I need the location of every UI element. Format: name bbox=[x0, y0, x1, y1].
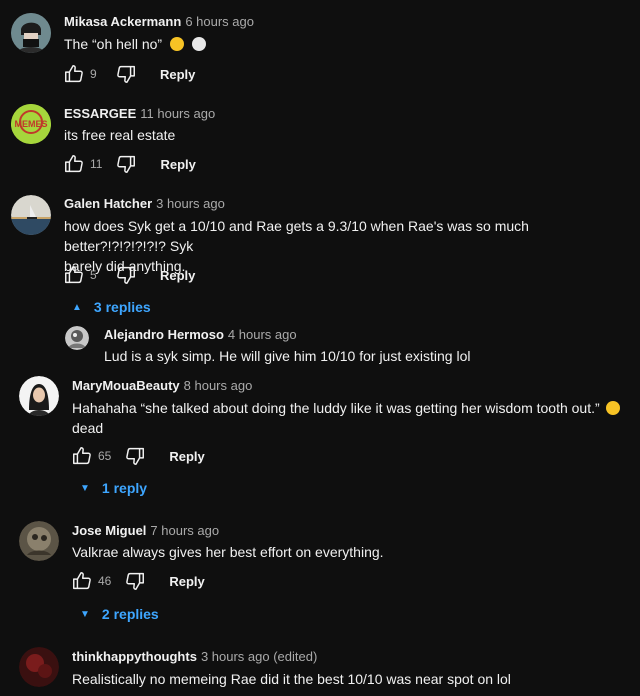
comment-header: ESSARGEE 11 hours ago bbox=[64, 106, 215, 121]
avatar-logo-text: MEMES bbox=[14, 119, 47, 129]
like-count: 65 bbox=[98, 449, 112, 463]
author-name[interactable]: MaryMouaBeauty bbox=[72, 378, 180, 393]
like-button[interactable] bbox=[62, 62, 86, 86]
comment-text-line: dead bbox=[72, 420, 104, 436]
comment-text: Hahahaha “she talked about doing the lud… bbox=[72, 398, 632, 438]
timestamp[interactable]: 8 hours ago bbox=[184, 378, 253, 393]
comment-text: Lud is a syk simp. He will give him 10/1… bbox=[104, 348, 471, 364]
replies-toggle[interactable]: ▼ 1 reply bbox=[80, 480, 147, 496]
avatar[interactable] bbox=[19, 376, 59, 416]
like-button[interactable] bbox=[62, 152, 86, 176]
replies-toggle[interactable]: ▼ 2 replies bbox=[80, 606, 159, 622]
thumb-down-icon bbox=[115, 153, 137, 175]
chevron-up-icon: ▲ bbox=[72, 301, 82, 313]
comment-actions: 5 Reply bbox=[62, 263, 195, 287]
reply-button[interactable]: Reply bbox=[160, 67, 195, 82]
reply-button[interactable]: Reply bbox=[169, 449, 204, 464]
replies-count-label: 1 reply bbox=[101, 480, 148, 496]
comment-actions: 9 Reply bbox=[62, 62, 195, 86]
like-button[interactable] bbox=[62, 263, 86, 287]
dislike-button[interactable] bbox=[114, 152, 138, 176]
author-name[interactable]: Mikasa Ackermann bbox=[64, 14, 181, 29]
comment-text: The “oh hell no” bbox=[64, 34, 206, 54]
comment-header: Galen Hatcher 3 hours ago bbox=[64, 196, 225, 211]
like-count: 46 bbox=[98, 574, 112, 588]
thumb-up-icon bbox=[63, 153, 85, 175]
comment-text-line: Hahahaha “she talked about doing the lud… bbox=[72, 400, 600, 416]
author-name[interactable]: Galen Hatcher bbox=[64, 196, 152, 211]
thumb-down-icon bbox=[124, 570, 146, 592]
avatar[interactable]: MEMES bbox=[11, 104, 51, 144]
rofl-emoji-icon bbox=[169, 37, 184, 51]
avatar[interactable] bbox=[11, 13, 51, 53]
author-name[interactable]: Jose Miguel bbox=[72, 523, 146, 538]
comment-thread: Mikasa Ackermann 6 hours ago The “oh hell… bbox=[0, 0, 640, 96]
author-name[interactable]: thinkhappythoughts bbox=[72, 649, 197, 664]
timestamp[interactable]: 4 hours ago bbox=[228, 327, 297, 342]
comment-thread: MaryMouaBeauty 8 hours ago Hahahaha “she … bbox=[0, 370, 640, 505]
comment-header: MaryMouaBeauty 8 hours ago bbox=[72, 378, 252, 393]
comment-header: Jose Miguel 7 hours ago bbox=[72, 523, 219, 538]
thumb-down-icon bbox=[124, 445, 146, 467]
replies-toggle[interactable]: ▲ 3 replies bbox=[72, 299, 151, 315]
comment-actions: 46 Reply bbox=[70, 569, 205, 593]
comment-thread: MEMES ESSARGEE 11 hours ago its free real… bbox=[0, 96, 640, 188]
comment-actions: 65 Reply bbox=[70, 444, 205, 468]
thumb-down-icon bbox=[115, 63, 137, 85]
dislike-button[interactable] bbox=[114, 62, 138, 86]
author-name[interactable]: ESSARGEE bbox=[64, 106, 136, 121]
replies-count-label: 3 replies bbox=[93, 299, 151, 315]
like-count: 9 bbox=[90, 67, 97, 81]
like-button[interactable] bbox=[70, 569, 94, 593]
thumb-down-icon bbox=[115, 264, 137, 286]
like-count: 5 bbox=[90, 268, 97, 282]
avatar[interactable] bbox=[11, 195, 51, 235]
replies-count-label: 2 replies bbox=[101, 606, 159, 622]
reply-button[interactable]: Reply bbox=[160, 268, 195, 283]
comment-actions: 11 Reply bbox=[62, 152, 196, 176]
chevron-down-icon: ▼ bbox=[80, 608, 90, 620]
timestamp[interactable]: 3 hours ago (edited) bbox=[201, 649, 317, 664]
author-name[interactable]: Alejandro Hermoso bbox=[104, 327, 224, 342]
comment-thread: thinkhappythoughts 3 hours ago (edited) R… bbox=[0, 635, 640, 696]
comment-header: Mikasa Ackermann 6 hours ago bbox=[64, 14, 254, 29]
timestamp[interactable]: 6 hours ago bbox=[185, 14, 254, 29]
comment-text: its free real estate bbox=[64, 127, 176, 143]
thumb-up-icon bbox=[71, 570, 93, 592]
comment-header: Alejandro Hermoso 4 hours ago bbox=[104, 327, 297, 342]
avatar[interactable] bbox=[65, 326, 89, 350]
thumb-up-icon bbox=[63, 63, 85, 85]
timestamp[interactable]: 11 hours ago bbox=[140, 106, 215, 121]
like-count: 11 bbox=[90, 157, 103, 171]
avatar[interactable] bbox=[19, 521, 59, 561]
comment-text-line: how does Syk get a 10/10 and Rae gets a … bbox=[64, 218, 529, 254]
like-button[interactable] bbox=[70, 444, 94, 468]
avatar[interactable] bbox=[19, 647, 59, 687]
timestamp[interactable]: 3 hours ago bbox=[156, 196, 225, 211]
dislike-button[interactable] bbox=[114, 263, 138, 287]
comment-text: Valkrae always gives her best effort on … bbox=[72, 544, 384, 560]
comment-text-content: The “oh hell no” bbox=[64, 36, 163, 52]
comment-thread: Galen Hatcher 3 hours ago how does Syk ge… bbox=[0, 188, 640, 320]
thumb-up-icon bbox=[71, 445, 93, 467]
comment-thread: Jose Miguel 7 hours ago Valkrae always gi… bbox=[0, 505, 640, 635]
comment-text: Realistically no memeing Rae did it the … bbox=[72, 671, 511, 687]
chevron-down-icon: ▼ bbox=[80, 482, 90, 494]
dislike-button[interactable] bbox=[123, 444, 147, 468]
comment-header: thinkhappythoughts 3 hours ago (edited) bbox=[72, 649, 317, 664]
reply-button[interactable]: Reply bbox=[160, 157, 195, 172]
reply-item: Alejandro Hermoso 4 hours ago Lud is a sy… bbox=[0, 320, 640, 370]
skull-emoji-icon bbox=[191, 37, 206, 51]
dislike-button[interactable] bbox=[123, 569, 147, 593]
reply-button[interactable]: Reply bbox=[169, 574, 204, 589]
timestamp[interactable]: 7 hours ago bbox=[150, 523, 219, 538]
thumb-up-icon bbox=[63, 264, 85, 286]
laughing-emoji-icon bbox=[605, 401, 620, 415]
